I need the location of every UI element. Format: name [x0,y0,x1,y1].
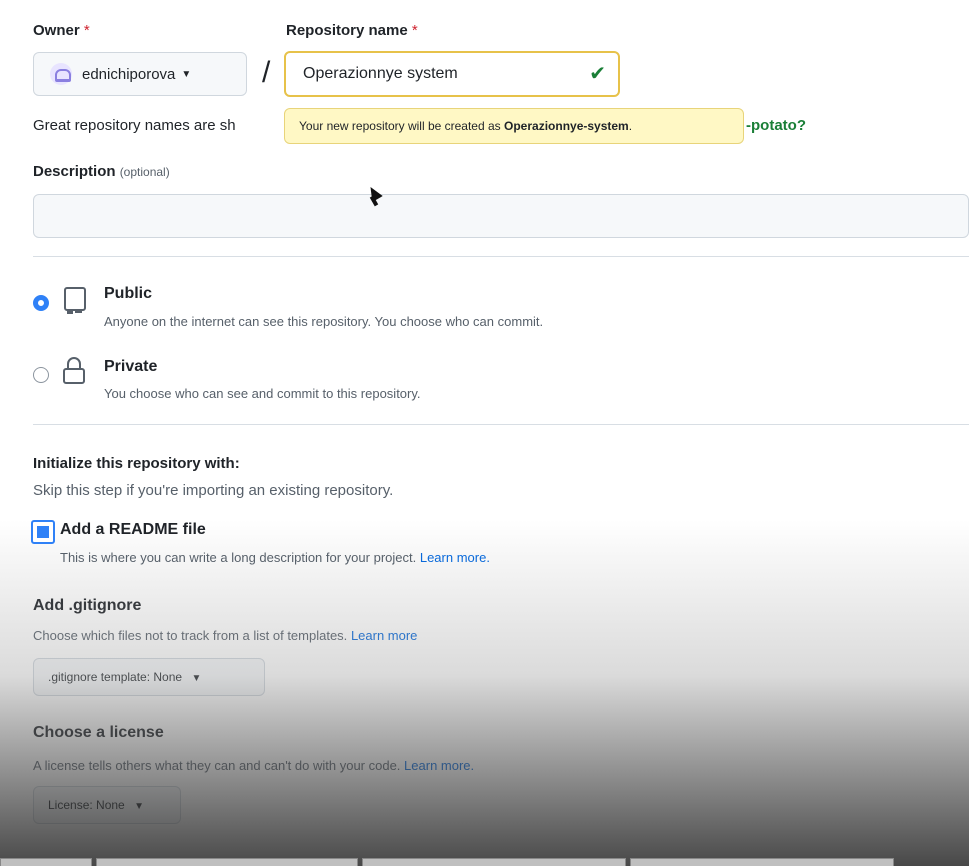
init-title: Initialize this repository with: [33,455,240,472]
tooltip-prefix: Your new repository will be created as [299,119,501,133]
gitignore-template-button[interactable]: .gitignore template: None ▼ [33,658,265,696]
repo-name-hint: Great repository names are sh [33,117,236,134]
tooltip-suffix: . [628,119,633,133]
readme-learn-more-link[interactable]: Learn more. [420,550,490,565]
repo-name-label-text: Repository name [286,22,408,39]
caret-down-icon: ▼ [191,673,202,684]
tooltip-repo-name: Operazionnye-system [504,119,629,133]
avatar-icon [50,63,72,85]
owner-required-mark: * [83,22,90,39]
caret-down-icon: ▼ [181,68,192,80]
public-subtitle: Anyone on the internet can see this repo… [104,314,544,329]
description-label-text: Description [33,163,116,180]
create-repository-form: Owner * ednichiporova ▼ / Repository nam… [0,0,969,866]
divider [33,424,969,425]
lock-icon [60,355,88,390]
public-radio[interactable] [33,295,49,311]
repo-name-value: Operazionnye system [303,65,458,82]
repo-icon [62,286,88,321]
owner-repo-separator: / [262,56,271,89]
private-radio[interactable] [33,367,49,383]
repo-name-tooltip: Your new repository will be created as O… [284,108,744,144]
private-title: Private [104,358,158,375]
private-subtitle: You choose who can see and commit to thi… [104,386,421,401]
license-description-text: A license tells others what they can and… [33,758,401,773]
init-subtitle: Skip this step if you're importing an ex… [33,482,394,499]
bottom-tab-strip [0,858,969,866]
owner-label: Owner * [33,22,90,39]
readme-description: This is where you can write a long descr… [60,550,490,565]
gitignore-template-label: .gitignore template: None [48,670,183,684]
bottom-tab[interactable] [362,858,626,866]
repo-name-label: Repository name * [286,22,418,39]
gitignore-title: Add .gitignore [33,597,142,614]
license-learn-more-link[interactable]: Learn more. [404,758,474,773]
caret-down-icon: ▼ [134,801,144,812]
bottom-tab[interactable] [96,858,358,866]
description-label: Description (optional) [33,163,170,180]
license-button[interactable]: License: None ▼ [33,786,181,824]
license-title: Choose a license [33,724,164,741]
public-title: Public [104,285,153,302]
bottom-tab[interactable] [0,858,92,866]
gitignore-learn-more-link[interactable]: Learn more [351,628,417,643]
readme-checkbox[interactable] [31,520,55,544]
repo-name-input[interactable]: Operazionnye system ✔ [284,51,620,97]
owner-value: ednichiporova [82,65,176,83]
readme-description-text: This is where you can write a long descr… [60,550,417,565]
description-optional-text: (optional) [119,165,170,179]
description-input[interactable] [33,194,969,238]
repo-required-mark: * [411,22,418,39]
license-label: License: None [48,798,125,812]
gitignore-description: Choose which files not to track from a l… [33,628,417,643]
gitignore-description-text: Choose which files not to track from a l… [33,628,348,643]
bottom-tab[interactable] [630,858,894,866]
divider [33,256,969,257]
owner-select-button[interactable]: ednichiporova ▼ [33,52,247,96]
repo-name-suggestion[interactable]: -potato? [746,117,806,134]
check-icon: ✔ [589,63,606,85]
license-description: A license tells others what they can and… [33,758,474,773]
readme-label[interactable]: Add a README file [60,521,206,539]
owner-label-text: Owner [33,22,80,39]
